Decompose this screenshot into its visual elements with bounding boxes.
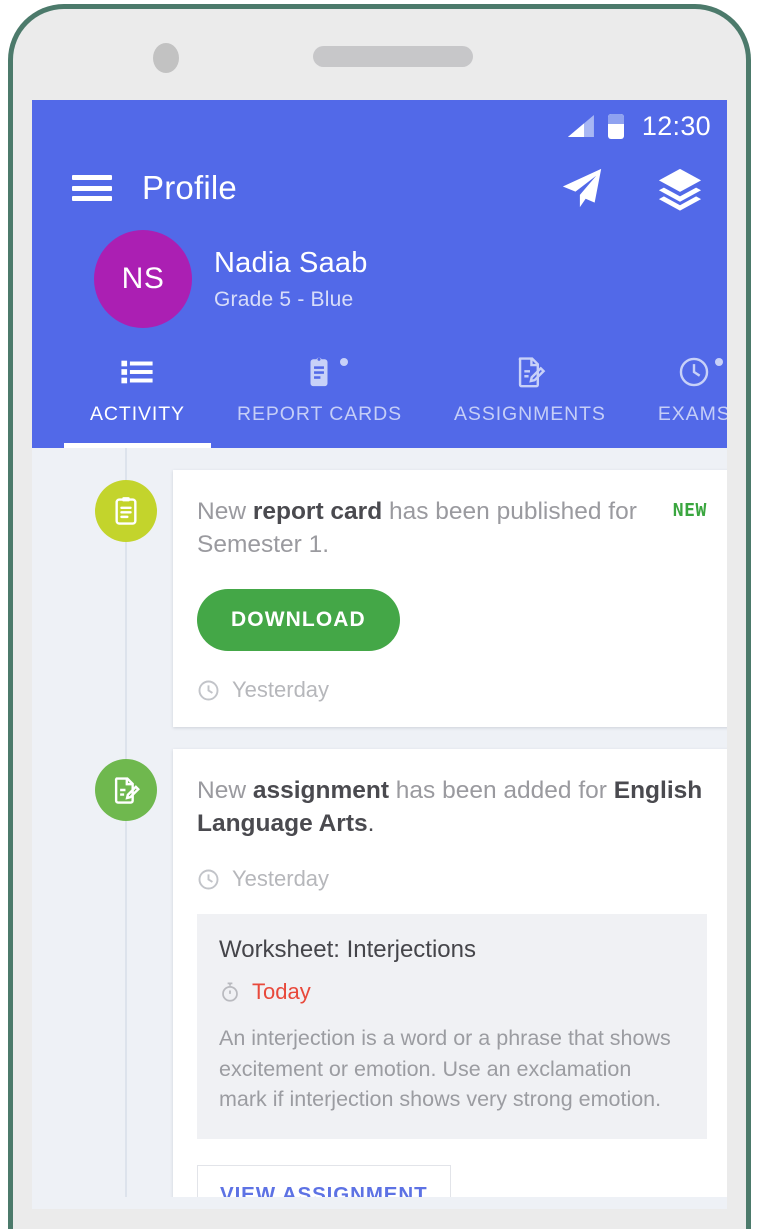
profile-text: Nadia Saab Grade 5 - Blue xyxy=(214,246,368,313)
clipboard-report-icon xyxy=(310,357,328,387)
paper-pencil-icon xyxy=(518,357,546,388)
signal-bars-icon xyxy=(567,115,594,137)
app-bar-top-row: Profile xyxy=(32,152,727,224)
app-bar-actions xyxy=(559,165,703,211)
profile-summary[interactable]: NS Nadia Saab Grade 5 - Blue xyxy=(32,224,727,344)
assignment-due: Today xyxy=(219,979,685,1005)
send-paper-plane-icon[interactable] xyxy=(559,165,605,211)
tab-badge-dot xyxy=(715,358,724,366)
activity-message: New report card has been published for S… xyxy=(197,498,637,558)
battery-icon xyxy=(607,113,624,139)
paper-pencil-icon xyxy=(114,777,140,804)
timestamp-text: Yesterday xyxy=(232,677,330,703)
timeline-bullet-report-card xyxy=(95,480,157,542)
assignment-title: Worksheet: Interjections xyxy=(219,936,477,964)
tab-bar: ACTIVITY REPORT CARDS ASSIGNMENTS EXAMS xyxy=(32,344,727,448)
tab-label: EXAMS xyxy=(657,403,727,425)
clock-icon xyxy=(679,357,709,387)
assignment-description: An interjection is a word or a phrase th… xyxy=(219,1026,671,1112)
tab-exams[interactable]: EXAMS xyxy=(632,344,727,448)
profile-name: Nadia Saab xyxy=(214,246,368,279)
status-badge: NEW xyxy=(672,500,707,521)
tab-label: ACTIVITY xyxy=(90,403,185,425)
tab-assignments[interactable]: ASSIGNMENTS xyxy=(428,344,632,448)
avatar: NS xyxy=(94,230,192,328)
hamburger-menu-icon[interactable] xyxy=(72,175,112,201)
status-bar-icons: 12:30 xyxy=(567,110,711,142)
tab-label: REPORT CARDS xyxy=(236,403,402,425)
list-item: New assignment has been added for Englis… xyxy=(32,749,727,1197)
layers-stack-icon[interactable] xyxy=(657,165,703,211)
clock-icon xyxy=(198,680,219,701)
earpiece-speaker xyxy=(313,46,473,67)
activity-timestamp: Yesterday xyxy=(197,677,707,703)
activity-card-assignment[interactable]: New assignment has been added for Englis… xyxy=(173,749,727,1197)
status-bar: 12:30 xyxy=(32,100,727,152)
timestamp-text: Yesterday xyxy=(232,866,330,892)
tab-report-cards[interactable]: REPORT CARDS xyxy=(211,344,428,448)
profile-grade: Grade 5 - Blue xyxy=(214,288,354,312)
tab-label: ASSIGNMENTS xyxy=(454,403,606,425)
page-title: Profile xyxy=(142,169,237,206)
tab-activity[interactable]: ACTIVITY xyxy=(64,344,211,448)
list-lines-icon xyxy=(121,360,154,384)
activity-message: New assignment has been added for Englis… xyxy=(197,777,703,837)
tab-badge-dot xyxy=(340,358,349,366)
phone-screen: 12:30 Profile NS Nadia Saab Grade 5 - Bl… xyxy=(32,100,727,1209)
assignment-detail-box: Worksheet: Interjections Today An interj… xyxy=(197,914,707,1139)
activity-feed: New report card has been published for S… xyxy=(32,448,727,1197)
app-bar: Profile NS Nadia Saab Grade 5 - Blue ACT… xyxy=(32,152,727,448)
activity-timestamp: Yesterday xyxy=(197,866,707,892)
clock-icon xyxy=(198,869,219,890)
list-item: New report card has been published for S… xyxy=(32,470,727,728)
download-button[interactable]: DOWNLOAD xyxy=(197,589,400,652)
due-text: Today xyxy=(252,979,311,1005)
clipboard-report-icon xyxy=(115,497,137,525)
status-bar-clock: 12:30 xyxy=(641,110,711,141)
stopwatch-icon xyxy=(222,982,238,1002)
view-assignment-button[interactable]: VIEW ASSIGNMENT xyxy=(197,1164,451,1197)
activity-card-report-card[interactable]: New report card has been published for S… xyxy=(173,470,727,728)
front-camera-icon xyxy=(153,43,179,73)
timeline-bullet-assignment xyxy=(95,759,157,822)
